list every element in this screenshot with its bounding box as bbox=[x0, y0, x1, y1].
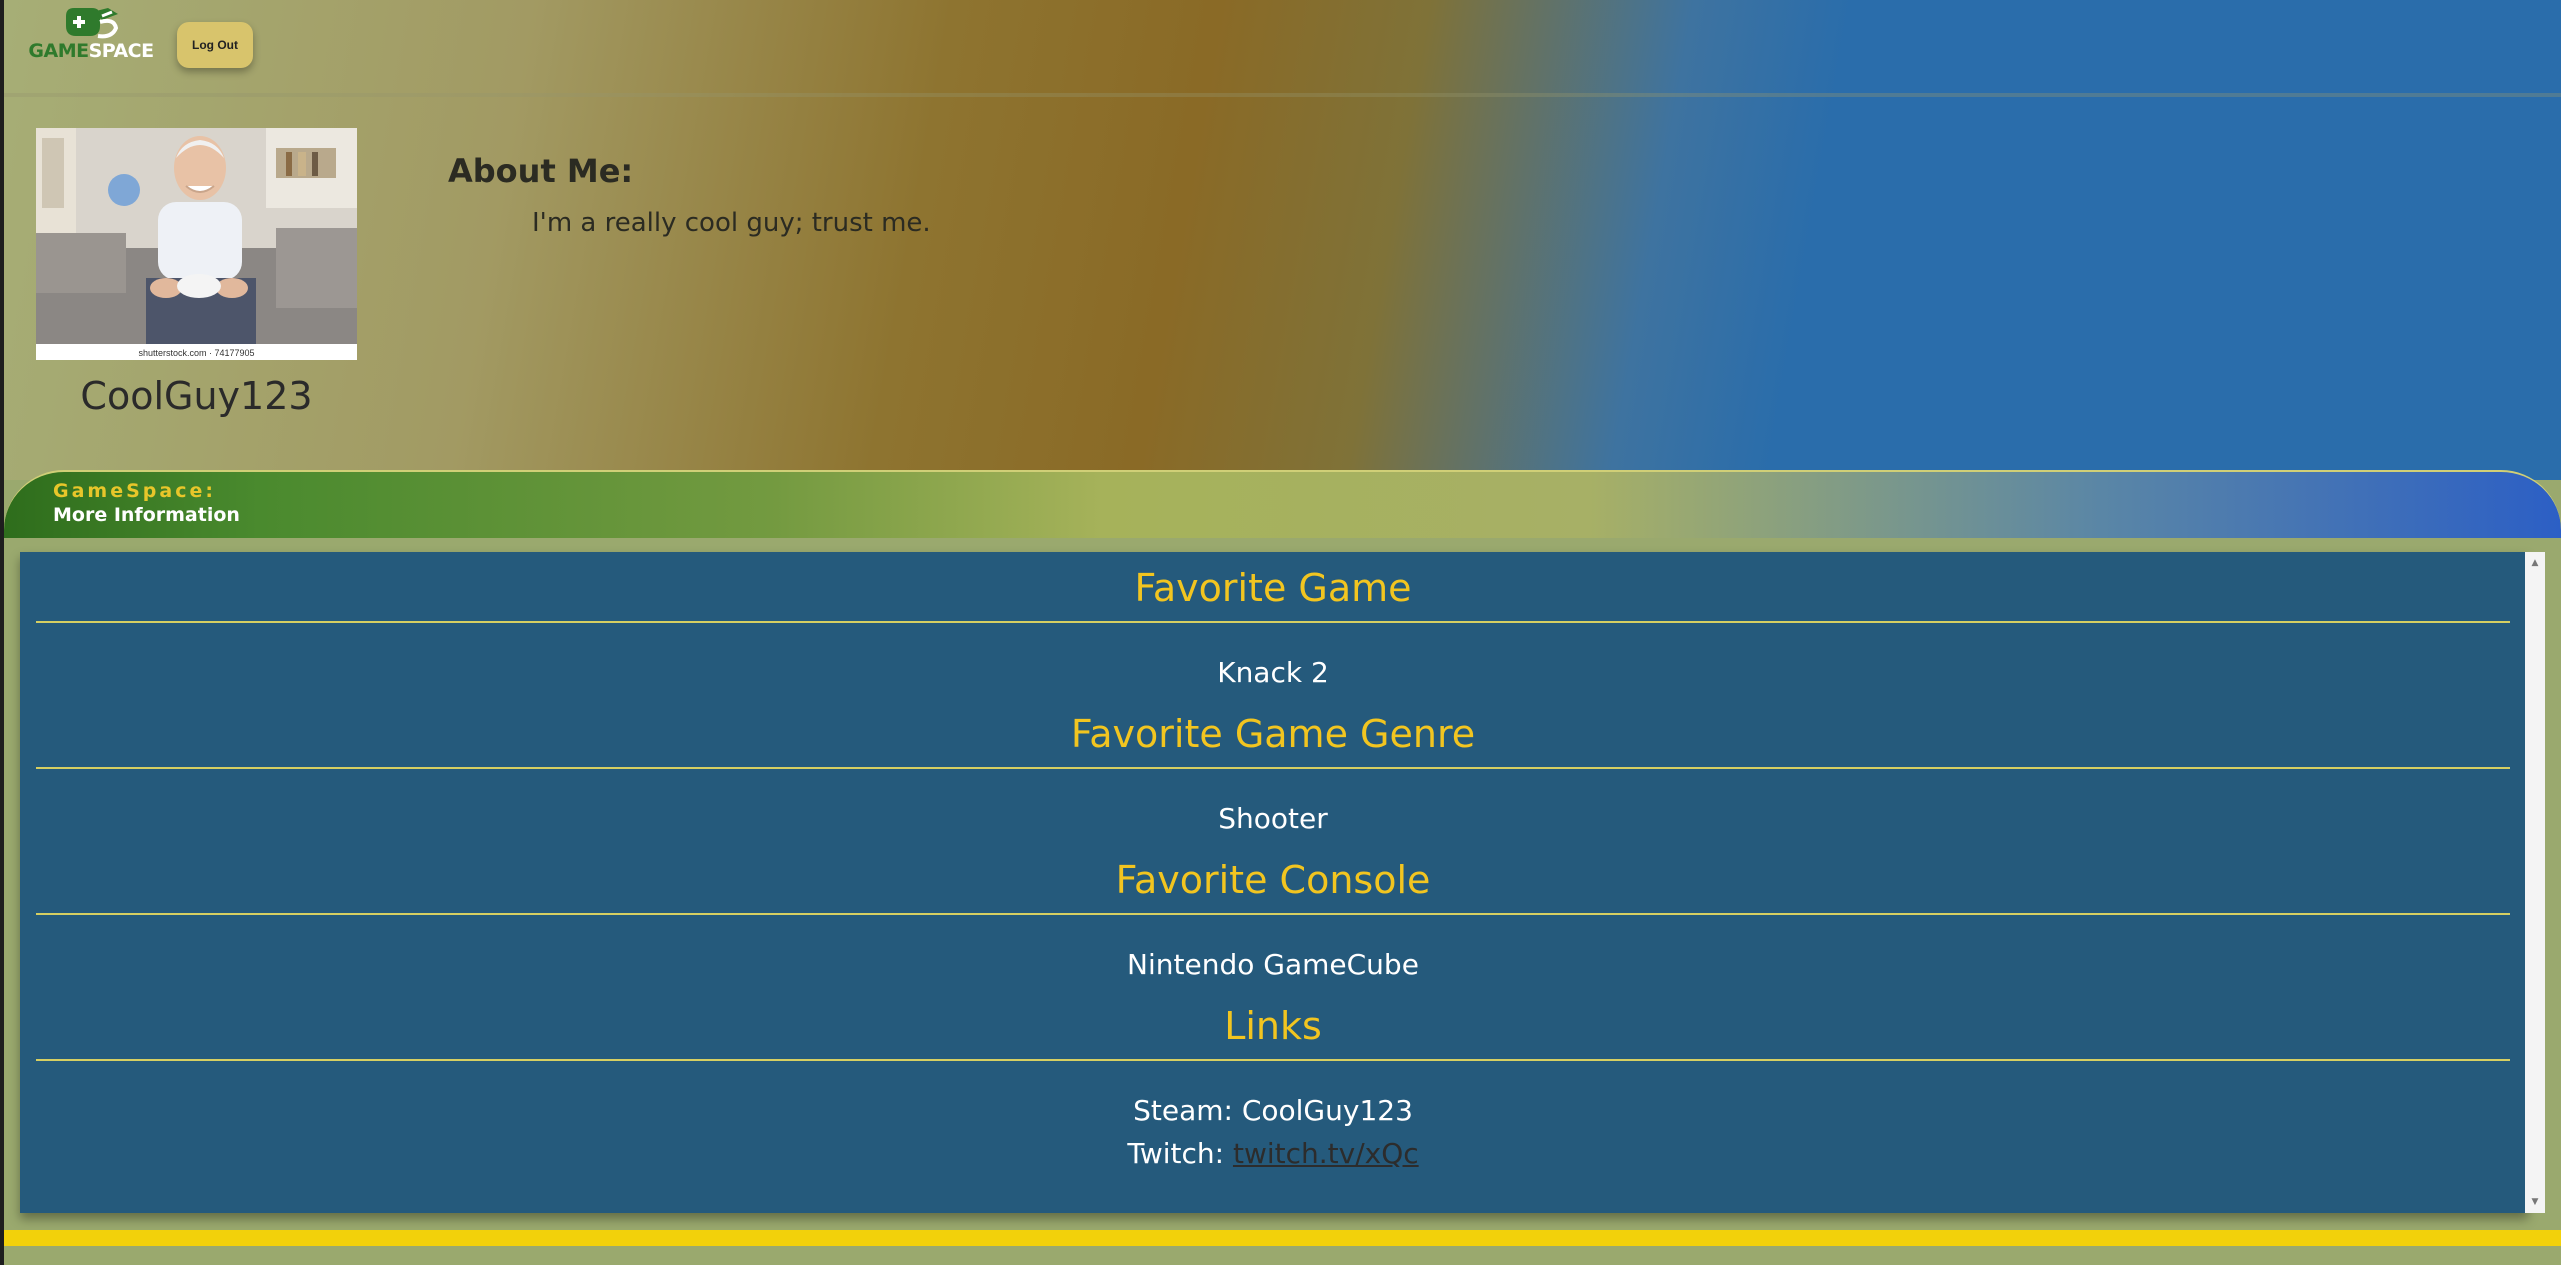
steam-link-row: Steam: CoolGuy123 bbox=[36, 1094, 2510, 1127]
favorite-game-heading: Favorite Game bbox=[1134, 566, 1412, 610]
section-divider bbox=[36, 913, 2510, 915]
logo-game-text: GAME bbox=[28, 40, 89, 62]
band-title: GameSpace: bbox=[53, 480, 216, 502]
gamespace-logo[interactable]: GAMESPACE bbox=[26, 6, 156, 62]
info-panel: Favorite Game Knack 2 Favorite Game Genr… bbox=[20, 552, 2528, 1213]
favorite-console-heading: Favorite Console bbox=[1115, 858, 1431, 902]
section-divider bbox=[36, 1059, 2510, 1061]
info-panel-content: Favorite Game Knack 2 Favorite Game Genr… bbox=[36, 552, 2510, 1213]
profile-photo-image bbox=[36, 128, 357, 344]
profile-hero bbox=[4, 0, 2561, 480]
links-heading: Links bbox=[1224, 1004, 1322, 1048]
more-info-band bbox=[4, 470, 2561, 538]
band-subtitle: More Information bbox=[53, 504, 240, 526]
favorite-genre-heading: Favorite Game Genre bbox=[1070, 712, 1476, 756]
favorite-game-value: Knack 2 bbox=[1217, 656, 1329, 689]
logo-wordmark: GAMESPACE bbox=[26, 40, 156, 62]
section-divider bbox=[36, 621, 2510, 623]
steam-label: Steam: bbox=[1133, 1094, 1242, 1127]
footer-bar bbox=[4, 1230, 2561, 1246]
steam-id: CoolGuy123 bbox=[1241, 1094, 1413, 1127]
favorite-genre-value: Shooter bbox=[1218, 802, 1328, 835]
logout-button[interactable]: Log Out bbox=[177, 22, 253, 68]
twitch-link[interactable]: twitch.tv/xQc bbox=[1233, 1137, 1419, 1170]
section-divider bbox=[36, 767, 2510, 769]
profile-username: CoolGuy123 bbox=[80, 374, 313, 418]
header-divider bbox=[4, 93, 2561, 97]
about-me-text: I'm a really cool guy; trust me. bbox=[532, 208, 931, 238]
scroll-down-arrow-icon[interactable]: ▼ bbox=[2525, 1193, 2545, 1211]
about-me-heading: About Me: bbox=[448, 152, 634, 190]
profile-photo: shutterstock.com · 74177905 bbox=[36, 128, 357, 360]
twitch-label: Twitch: bbox=[1127, 1137, 1233, 1170]
twitch-link-row: Twitch: twitch.tv/xQc bbox=[36, 1137, 2510, 1170]
gamepad-logo-icon bbox=[66, 8, 119, 39]
favorite-console-value: Nintendo GameCube bbox=[1127, 948, 1419, 981]
scroll-up-arrow-icon[interactable]: ▲ bbox=[2525, 554, 2545, 572]
photo-caption: shutterstock.com · 74177905 bbox=[138, 348, 255, 358]
info-panel-scrollbar[interactable]: ▲ ▼ bbox=[2525, 552, 2545, 1213]
logo-space-text: SPACE bbox=[88, 40, 155, 62]
